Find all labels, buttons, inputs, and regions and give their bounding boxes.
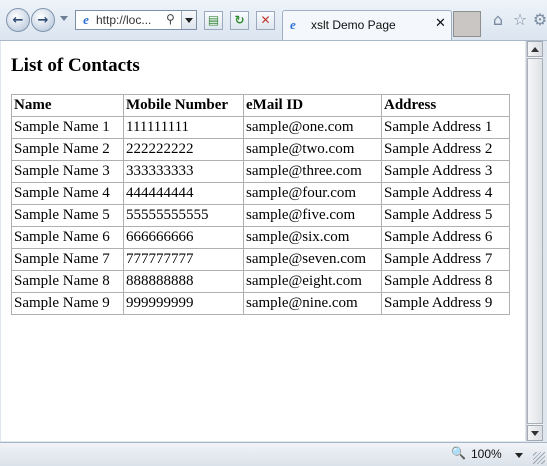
address-bar[interactable]: e http://loc... ⚲ xyxy=(75,10,197,30)
address-dropdown-button[interactable] xyxy=(181,11,196,29)
table-cell: Sample Name 5 xyxy=(11,204,124,227)
new-tab-button[interactable] xyxy=(453,11,481,37)
close-tab-icon[interactable]: ✕ xyxy=(435,16,446,31)
table-cell: Sample Name 2 xyxy=(11,138,124,161)
tab-title: xslt Demo Page xyxy=(311,18,396,32)
refresh-icon[interactable]: ↻ xyxy=(230,11,249,30)
status-bar: 🔍 100% xyxy=(0,442,547,466)
table-cell: Sample Address 8 xyxy=(381,270,510,293)
contacts-table: Name Mobile Number eMail ID Address Samp… xyxy=(11,94,510,315)
table-cell: Sample Name 1 xyxy=(11,116,124,139)
table-cell: 777777777 xyxy=(123,248,244,271)
table-cell: Sample Name 7 xyxy=(11,248,124,271)
table-row: Sample Name 1 111111111 sample@one.com Samp… xyxy=(11,116,510,139)
table-cell: sample@one.com xyxy=(243,116,382,139)
table-cell: Sample Address 4 xyxy=(381,182,510,205)
ie-page-icon: e xyxy=(83,12,89,27)
table-cell: Sample Address 6 xyxy=(381,226,510,249)
home-icon[interactable]: ⌂ xyxy=(489,11,507,29)
forward-arrow-icon[interactable]: → xyxy=(31,8,55,32)
address-text[interactable]: http://loc... xyxy=(96,13,151,27)
zoom-dropdown-icon[interactable] xyxy=(515,453,523,458)
table-cell: Sample Name 3 xyxy=(11,160,124,183)
table-cell: Sample Address 3 xyxy=(381,160,510,183)
table-cell: sample@two.com xyxy=(243,138,382,161)
table-cell: Sample Name 8 xyxy=(11,270,124,293)
table-cell: 111111111 xyxy=(123,116,244,139)
column-header: Mobile Number xyxy=(123,94,244,117)
scroll-thumb[interactable] xyxy=(527,58,543,424)
back-arrow-icon[interactable]: ← xyxy=(6,8,30,32)
table-cell: 888888888 xyxy=(123,270,244,293)
table-cell: 333333333 xyxy=(123,160,244,183)
stop-icon[interactable]: ✕ xyxy=(256,11,275,30)
tab-xslt-demo[interactable]: e xslt Demo Page ✕ xyxy=(282,10,452,40)
table-row: Sample Name 9 999999999 sample@nine.com Sam… xyxy=(11,292,510,315)
table-row: Sample Name 3 333333333 sample@three.com Sa… xyxy=(11,160,510,183)
table-cell: 55555555555 xyxy=(123,204,244,227)
table-row: Sample Name 5 55555555555 sample@five.com S… xyxy=(11,204,510,227)
table-cell: 444444444 xyxy=(123,182,244,205)
table-cell: Sample Address 2 xyxy=(381,138,510,161)
column-header: Name xyxy=(11,94,124,117)
table-cell: Sample Name 6 xyxy=(11,226,124,249)
zoom-control[interactable]: 🔍 100% xyxy=(451,446,527,463)
table-cell: sample@five.com xyxy=(243,204,382,227)
table-cell: Sample Name 9 xyxy=(11,292,124,315)
table-cell: sample@seven.com xyxy=(243,248,382,271)
compatibility-view-icon[interactable]: ▤ xyxy=(204,11,223,30)
table-row: Sample Name 7 777777777 sample@seven.com Sa… xyxy=(11,248,510,271)
table-cell: 666666666 xyxy=(123,226,244,249)
table-cell: Sample Address 1 xyxy=(381,116,510,139)
table-cell: Sample Address 5 xyxy=(381,204,510,227)
scroll-up-button[interactable] xyxy=(527,41,543,57)
zoom-icon: 🔍 xyxy=(451,446,466,460)
table-cell: Sample Name 4 xyxy=(11,182,124,205)
column-header: eMail ID xyxy=(243,94,382,117)
table-cell: Sample Address 9 xyxy=(381,292,510,315)
table-row: Sample Name 4 444444444 sample@four.com Sam… xyxy=(11,182,510,205)
zoom-level: 100% xyxy=(471,447,502,461)
table-cell: Sample Address 7 xyxy=(381,248,510,271)
table-row: Sample Name 6 666666666 sample@six.com Samp… xyxy=(11,226,510,249)
table-cell: sample@four.com xyxy=(243,182,382,205)
star-icon[interactable]: ☆ xyxy=(511,11,529,29)
history-dropdown-icon[interactable] xyxy=(60,16,68,21)
ie-tab-icon: e xyxy=(290,17,296,32)
resize-grip[interactable] xyxy=(533,452,545,464)
column-header: Address xyxy=(381,94,510,117)
table-header-row: Name Mobile Number eMail ID Address xyxy=(11,94,510,117)
table-cell: sample@six.com xyxy=(243,226,382,249)
table-cell: sample@nine.com xyxy=(243,292,382,315)
table-cell: 222222222 xyxy=(123,138,244,161)
vertical-scrollbar[interactable] xyxy=(526,41,543,441)
table-row: Sample Name 8 888888888 sample@eight.com Sa… xyxy=(11,270,510,293)
search-icon[interactable]: ⚲ xyxy=(166,12,180,28)
table-row: Sample Name 2 222222222 sample@two.com Samp… xyxy=(11,138,510,161)
gear-icon[interactable]: ⚙ xyxy=(531,11,547,29)
table-cell: sample@eight.com xyxy=(243,270,382,293)
table-cell: 999999999 xyxy=(123,292,244,315)
scroll-down-button[interactable] xyxy=(527,425,543,441)
page-title: List of Contacts xyxy=(11,55,140,76)
browser-toolbar: ← → e http://loc... ⚲ ▤ ↻ ✕ e xslt Demo … xyxy=(0,0,547,41)
table-cell: sample@three.com xyxy=(243,160,382,183)
page-content: List of Contacts Name Mobile Number eMai… xyxy=(1,41,525,441)
